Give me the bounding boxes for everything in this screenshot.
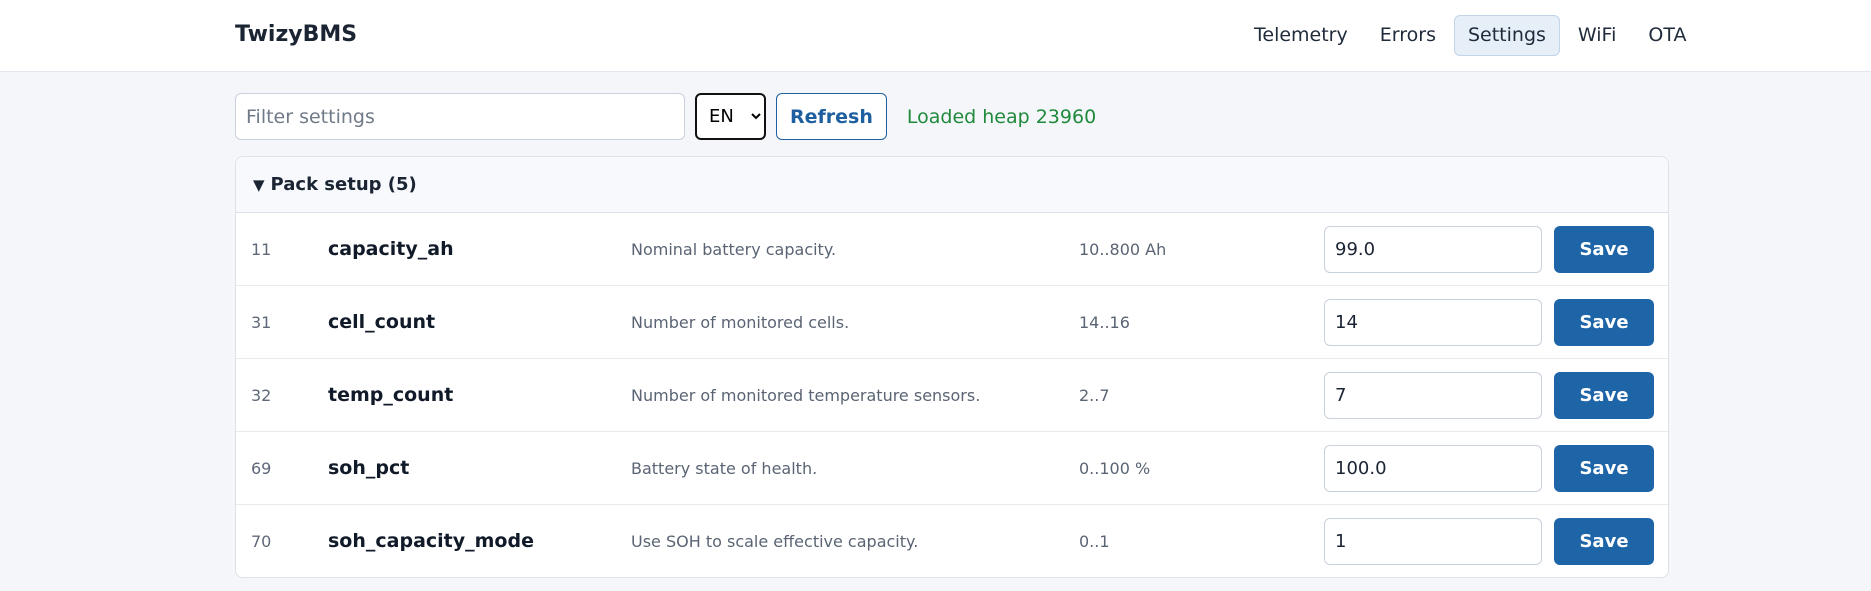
setting-description: Nominal battery capacity.	[631, 239, 837, 259]
nav-wifi[interactable]: WiFi	[1564, 15, 1630, 56]
settings-group-pack-setup: ▼ Pack setup (5) 11 capacity_ah Nominal …	[235, 156, 1669, 578]
setting-id: 31	[251, 312, 272, 332]
setting-value-input[interactable]	[1324, 517, 1542, 565]
nav-ota[interactable]: OTA	[1634, 15, 1700, 56]
setting-description: Battery state of health.	[631, 458, 818, 478]
group-header[interactable]: ▼ Pack setup (5)	[236, 157, 1668, 213]
setting-row: 31 cell_count Number of monitored cells.…	[236, 286, 1668, 359]
save-button[interactable]: Save	[1554, 298, 1654, 346]
setting-row: 69 soh_pct Battery state of health. 0..1…	[236, 432, 1668, 505]
setting-id: 11	[251, 239, 272, 259]
nav-errors[interactable]: Errors	[1366, 15, 1450, 56]
setting-name: temp_count	[328, 384, 454, 406]
refresh-button[interactable]: Refresh	[776, 93, 887, 140]
setting-row: 70 soh_capacity_mode Use SOH to scale ef…	[236, 505, 1668, 577]
setting-range: 0..100 %	[1079, 458, 1151, 478]
nav-settings[interactable]: Settings	[1453, 15, 1560, 56]
setting-value-input[interactable]	[1324, 298, 1542, 346]
setting-description: Use SOH to scale effective capacity.	[631, 531, 919, 551]
setting-value-input[interactable]	[1324, 444, 1542, 492]
caret-down-icon: ▼	[253, 175, 265, 194]
setting-description: Number of monitored cells.	[631, 312, 850, 332]
save-button[interactable]: Save	[1554, 444, 1654, 492]
setting-id: 69	[251, 458, 272, 478]
setting-value-input[interactable]	[1324, 371, 1542, 419]
settings-toolbar: EN Refresh Loaded heap 23960	[235, 93, 1096, 140]
setting-id: 32	[251, 385, 272, 405]
app-title: TwizyBMS	[235, 22, 358, 47]
setting-description: Number of monitored temperature sensors.	[631, 385, 981, 405]
main-nav: Telemetry Errors Settings WiFi OTA	[1240, 15, 1700, 56]
setting-row: 11 capacity_ah Nominal battery capacity.…	[236, 213, 1668, 286]
setting-range: 10..800 Ah	[1079, 239, 1167, 259]
status-message: Loaded heap 23960	[906, 105, 1097, 128]
group-title: Pack setup (5)	[270, 174, 417, 195]
setting-row: 32 temp_count Number of monitored temper…	[236, 359, 1668, 432]
setting-range: 0..1	[1079, 531, 1110, 551]
nav-telemetry[interactable]: Telemetry	[1240, 15, 1362, 56]
setting-id: 70	[251, 531, 272, 551]
setting-name: cell_count	[328, 311, 436, 333]
save-button[interactable]: Save	[1554, 517, 1654, 565]
filter-settings-input[interactable]	[235, 93, 685, 140]
top-bar: TwizyBMS Telemetry Errors Settings WiFi …	[0, 0, 1871, 72]
setting-value-input[interactable]	[1324, 225, 1542, 273]
save-button[interactable]: Save	[1554, 371, 1654, 419]
setting-name: soh_capacity_mode	[328, 530, 534, 552]
save-button[interactable]: Save	[1554, 225, 1654, 273]
setting-name: soh_pct	[328, 457, 410, 479]
setting-name: capacity_ah	[328, 238, 454, 260]
setting-range: 14..16	[1079, 312, 1130, 332]
setting-range: 2..7	[1079, 385, 1110, 405]
language-select[interactable]: EN	[695, 93, 766, 140]
